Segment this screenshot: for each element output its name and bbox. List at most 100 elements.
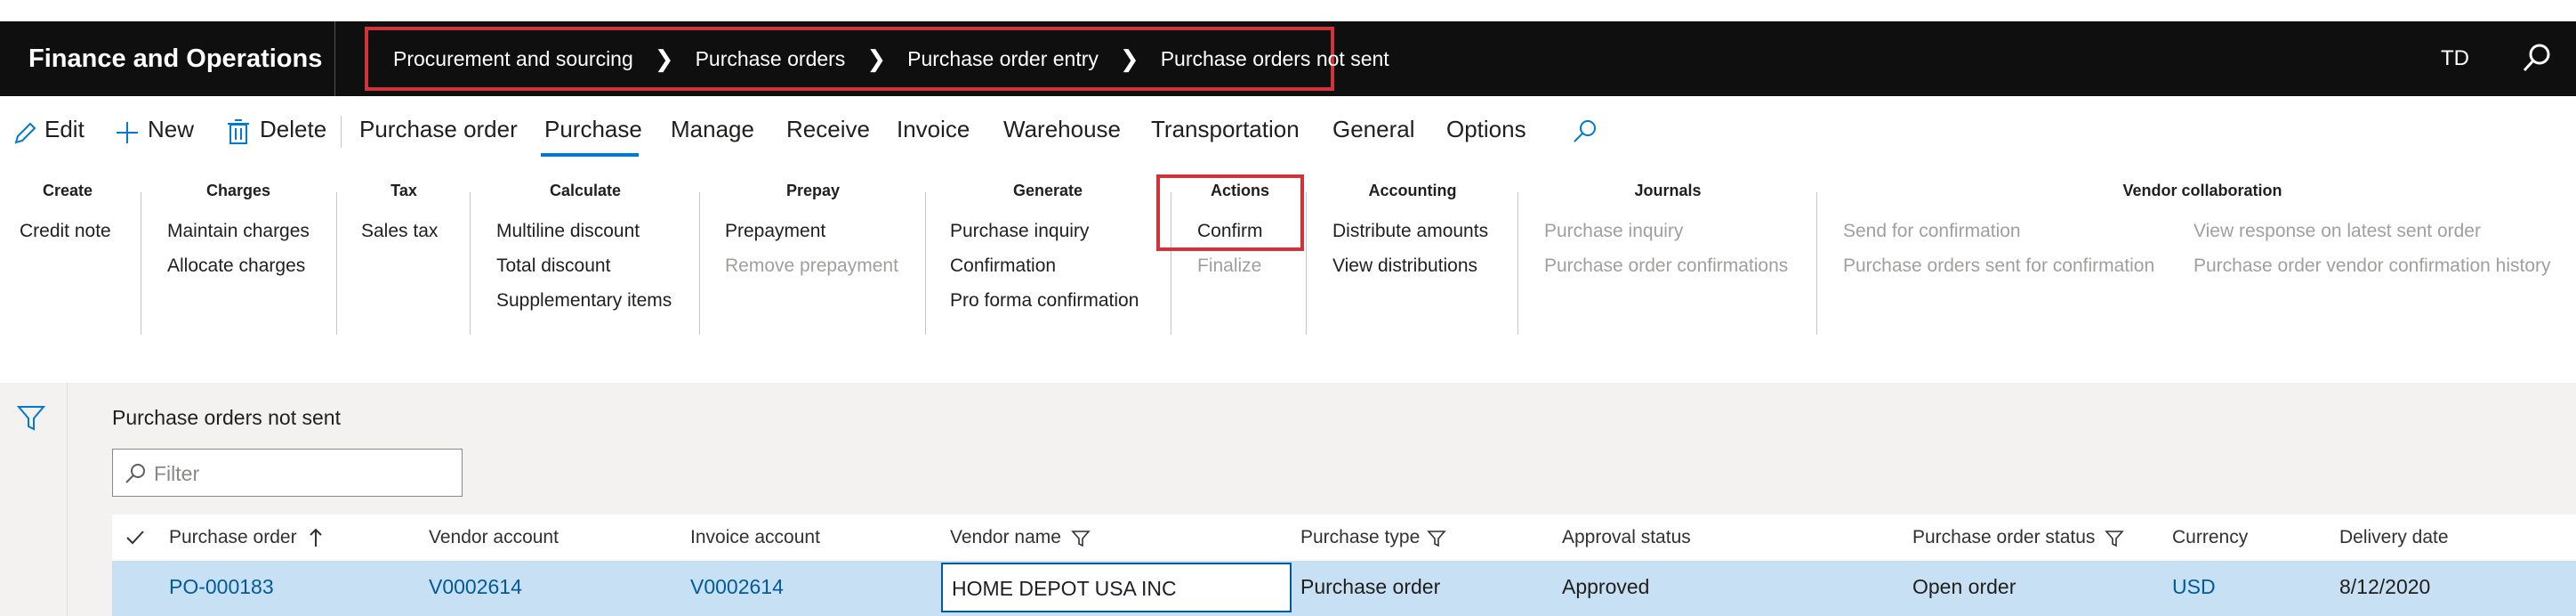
- table-row[interactable]: PO-000183 V0002614 V0002614 HOME DEPOT U…: [112, 561, 2576, 616]
- ribbon-divider: [341, 116, 342, 148]
- group-title-vendor-collaboration: Vendor collaboration: [2122, 182, 2282, 199]
- search-icon[interactable]: [2519, 41, 2555, 77]
- filter-icon[interactable]: [1071, 529, 1091, 548]
- column-header-delivery-date[interactable]: Delivery date: [2339, 527, 2449, 548]
- group-separator: [1306, 192, 1307, 335]
- plus-icon: [117, 122, 138, 143]
- credit-note-button[interactable]: Credit note: [20, 221, 111, 242]
- group-separator: [925, 192, 926, 335]
- sales-tax-button[interactable]: Sales tax: [361, 221, 438, 242]
- multiline-discount-button[interactable]: Multiline discount: [496, 221, 640, 242]
- cell-invoice-account-link[interactable]: V0002614: [690, 575, 784, 599]
- cell-approval-status: Approved: [1562, 575, 1650, 598]
- column-header-purchase-type[interactable]: Purchase type: [1300, 527, 1420, 548]
- breadcrumb-item-not-sent[interactable]: Purchase orders not sent: [1161, 47, 1389, 71]
- cell-currency-link[interactable]: USD: [2172, 575, 2216, 599]
- app-title[interactable]: Finance and Operations: [28, 45, 322, 74]
- edit-button[interactable]: Edit: [44, 116, 85, 143]
- group-title-prepay: Prepay: [785, 182, 841, 199]
- vendor-name-field[interactable]: HOME DEPOT USA INC: [941, 563, 1292, 612]
- journals-purchase-inquiry-button[interactable]: Purchase inquiry: [1544, 221, 1683, 242]
- filter-placeholder: Filter: [154, 462, 200, 485]
- group-title-accounting: Accounting: [1368, 182, 1457, 199]
- chevron-right-icon: ❯: [654, 45, 674, 72]
- top-bar: Finance and Operations Procurement and s…: [0, 21, 2576, 96]
- remove-prepayment-button[interactable]: Remove prepayment: [725, 255, 898, 277]
- search-icon: [125, 464, 145, 483]
- tab-warehouse[interactable]: Warehouse: [1003, 116, 1121, 143]
- orders-sent-for-confirmation-button[interactable]: Purchase orders sent for confirmation: [1843, 255, 2154, 277]
- action-pane: Edit New Delete Purchase order Purchase …: [0, 107, 2576, 157]
- breadcrumb: Procurement and sourcing ❯ Purchase orde…: [365, 27, 1389, 91]
- vendor-name-value: HOME DEPOT USA INC: [952, 577, 1177, 600]
- sort-ascending-icon: [310, 528, 322, 547]
- prepayment-button[interactable]: Prepayment: [725, 221, 825, 242]
- confirmation-button[interactable]: Confirmation: [950, 255, 1056, 277]
- group-separator: [699, 192, 700, 335]
- purchase-inquiry-button[interactable]: Purchase inquiry: [950, 221, 1089, 242]
- tab-purchase-order[interactable]: Purchase order: [359, 116, 518, 143]
- vendor-confirmation-history-button[interactable]: Purchase order vendor confirmation histo…: [2194, 255, 2551, 277]
- group-title-charges: Charges: [205, 182, 271, 199]
- filter-icon[interactable]: [1427, 529, 1446, 548]
- column-header-vendor-account[interactable]: Vendor account: [429, 527, 559, 548]
- confirm-button[interactable]: Confirm: [1197, 221, 1263, 242]
- filter-icon[interactable]: [16, 402, 46, 433]
- breadcrumb-item-procurement[interactable]: Procurement and sourcing: [393, 47, 633, 71]
- column-header-invoice-account[interactable]: Invoice account: [690, 527, 820, 548]
- group-title-journals: Journals: [1634, 182, 1702, 199]
- tab-receive[interactable]: Receive: [786, 116, 870, 143]
- maintain-charges-button[interactable]: Maintain charges: [167, 221, 310, 242]
- total-discount-button[interactable]: Total discount: [496, 255, 610, 277]
- group-title-generate: Generate: [1012, 182, 1083, 199]
- group-separator: [470, 192, 471, 335]
- column-header-currency[interactable]: Currency: [2172, 527, 2248, 548]
- search-icon[interactable]: [1571, 118, 1599, 146]
- cell-delivery-date: 8/12/2020: [2339, 575, 2431, 598]
- distribute-amounts-button[interactable]: Distribute amounts: [1332, 221, 1488, 242]
- chevron-right-icon: ❯: [1119, 45, 1139, 72]
- ribbon-groups: Create Credit note Charges Maintain char…: [0, 174, 2576, 338]
- column-header-purchase-order-status[interactable]: Purchase order status: [1912, 527, 2095, 548]
- column-header-approval-status[interactable]: Approval status: [1562, 527, 1691, 548]
- pencil-icon: [14, 122, 36, 144]
- active-tab-indicator: [541, 153, 639, 157]
- delete-button[interactable]: Delete: [260, 116, 326, 143]
- new-button[interactable]: New: [148, 116, 194, 143]
- pro-forma-confirmation-button[interactable]: Pro forma confirmation: [950, 290, 1139, 312]
- filter-pane-rail: [0, 383, 68, 616]
- tab-general[interactable]: General: [1332, 116, 1415, 143]
- check-icon[interactable]: [125, 527, 146, 548]
- supplementary-items-button[interactable]: Supplementary items: [496, 290, 672, 312]
- user-avatar[interactable]: TD: [2441, 46, 2469, 71]
- cell-purchase-type: Purchase order: [1300, 575, 1441, 598]
- finalize-button[interactable]: Finalize: [1197, 255, 1261, 277]
- group-title-actions: Actions: [1210, 182, 1270, 199]
- view-response-button[interactable]: View response on latest sent order: [2194, 221, 2481, 242]
- send-for-confirmation-button[interactable]: Send for confirmation: [1843, 221, 2021, 242]
- filter-input[interactable]: Filter: [112, 449, 463, 497]
- group-separator: [1816, 192, 1817, 335]
- page-title: Purchase orders not sent: [112, 406, 341, 429]
- view-distributions-button[interactable]: View distributions: [1332, 255, 1477, 277]
- topbar-divider: [334, 21, 335, 96]
- allocate-charges-button[interactable]: Allocate charges: [167, 255, 305, 277]
- tab-invoice[interactable]: Invoice: [897, 116, 970, 143]
- column-header-vendor-name[interactable]: Vendor name: [950, 527, 1061, 548]
- cell-vendor-account-link[interactable]: V0002614: [429, 575, 522, 599]
- tab-options[interactable]: Options: [1446, 116, 1526, 143]
- breadcrumb-item-purchase-orders[interactable]: Purchase orders: [696, 47, 846, 71]
- tab-manage[interactable]: Manage: [671, 116, 754, 143]
- group-title-calculate: Calculate: [549, 182, 622, 199]
- tab-purchase[interactable]: Purchase: [544, 116, 642, 143]
- cell-purchase-order-link[interactable]: PO-000183: [169, 575, 274, 599]
- breadcrumb-item-purchase-order-entry[interactable]: Purchase order entry: [907, 47, 1099, 71]
- purchase-order-confirmations-button[interactable]: Purchase order confirmations: [1544, 255, 1788, 277]
- trash-icon: [228, 119, 249, 144]
- group-separator: [1517, 192, 1518, 335]
- group-separator: [336, 192, 337, 335]
- column-header-purchase-order[interactable]: Purchase order: [169, 527, 297, 548]
- group-title-create: Create: [42, 182, 93, 199]
- filter-icon[interactable]: [2105, 529, 2124, 548]
- tab-transportation[interactable]: Transportation: [1151, 116, 1300, 143]
